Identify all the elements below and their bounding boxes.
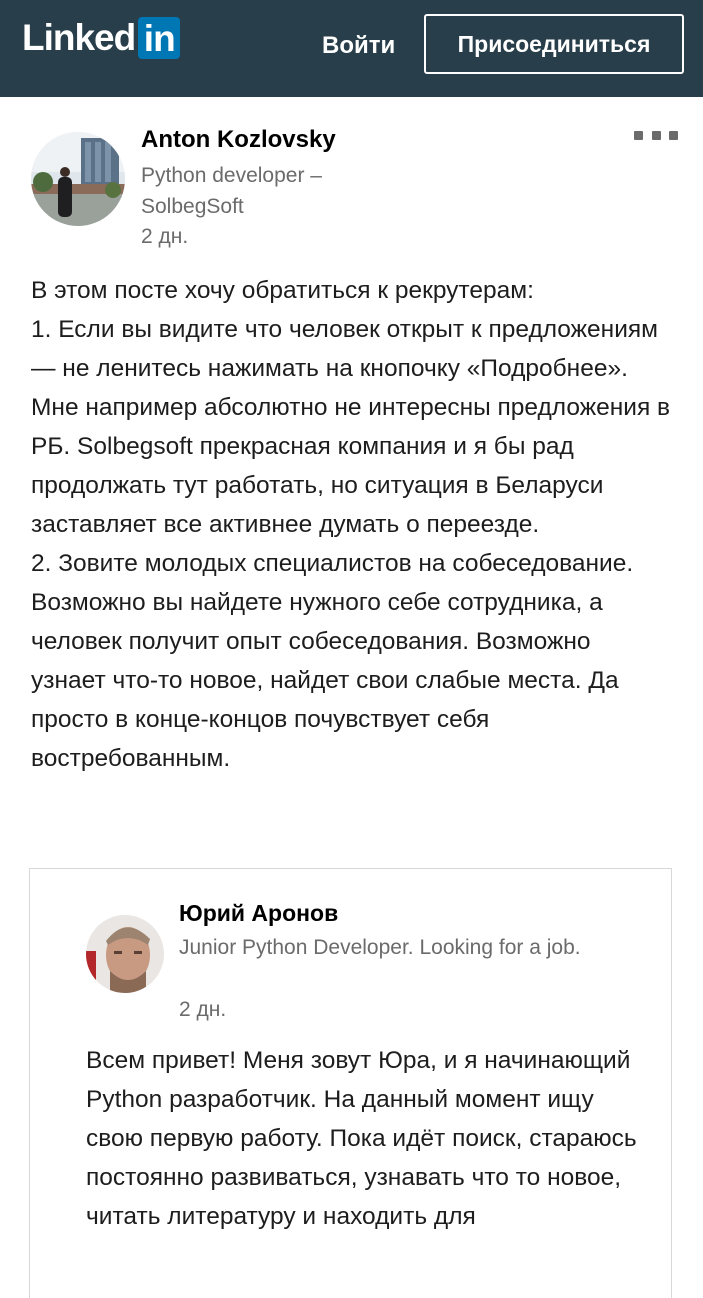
shared-author-headline: Junior Python Developer. Looking for a j… <box>179 936 581 959</box>
shared-author-avatar[interactable] <box>86 915 164 993</box>
author-name[interactable]: Anton Kozlovsky <box>141 124 336 156</box>
shared-post-timestamp: 2 дн. <box>179 998 227 1021</box>
author-headline: Python developer – SolbegSoft <box>141 164 322 218</box>
author-photo <box>31 132 125 226</box>
shared-author-photo <box>86 915 164 993</box>
shared-post-body: Всем привет! Меня зовут Юра, и я начинаю… <box>86 1047 644 1230</box>
join-button[interactable]: Присоединиться <box>424 14 684 74</box>
dot <box>669 130 678 140</box>
ellipsis-icon[interactable] <box>634 129 678 141</box>
author-avatar[interactable] <box>31 132 125 226</box>
dot <box>651 130 661 140</box>
dot <box>634 130 643 140</box>
top-navigation-bar: Linked in Войти Присоединиться <box>0 0 703 97</box>
shared-author-name[interactable]: Юрий Аронов <box>179 898 338 928</box>
post-body: В этом посте хочу обратиться к рекрутера… <box>31 277 671 772</box>
post-timestamp: 2 дн. <box>141 225 189 248</box>
logo-text: Linked <box>22 17 136 58</box>
signin-link[interactable]: Войти <box>322 31 395 61</box>
logo-in-box: in <box>138 17 181 59</box>
linkedin-logo[interactable]: Linked in <box>22 17 181 59</box>
